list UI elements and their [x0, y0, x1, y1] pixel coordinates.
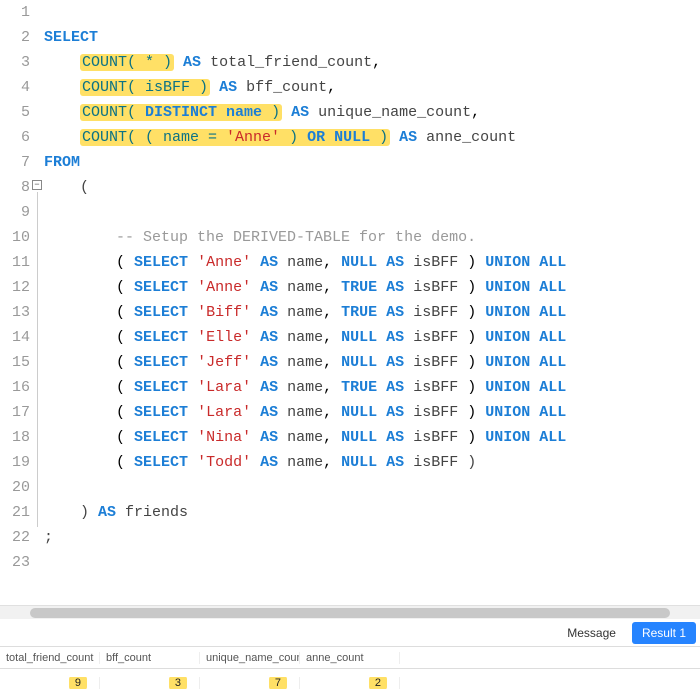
- line-number: 19: [0, 450, 30, 475]
- code-line: COUNT( DISTINCT name ) AS unique_name_co…: [44, 100, 700, 125]
- code-line: -- Setup the DERIVED-TABLE for the demo.: [44, 225, 700, 250]
- tab-message[interactable]: Message: [557, 622, 626, 644]
- line-number: 1: [0, 0, 30, 25]
- code-line: COUNT( isBFF ) AS bff_count,: [44, 75, 700, 100]
- line-number: 9: [0, 200, 30, 225]
- code-line: ( SELECT 'Anne' AS name, TRUE AS isBFF )…: [44, 275, 700, 300]
- line-number-gutter: 1 2 3 4 5 6 7 8 9 10 11 12 13 14 15 16 1…: [0, 0, 36, 605]
- code-line: COUNT( ( name = 'Anne' ) OR NULL ) AS an…: [44, 125, 700, 150]
- line-number: 10: [0, 225, 30, 250]
- fold-guide: [37, 192, 38, 527]
- code-area[interactable]: − SELECT COUNT( * ) AS total_friend_coun…: [36, 0, 700, 605]
- result-cell: 2: [300, 677, 400, 689]
- line-number: 15: [0, 350, 30, 375]
- horizontal-scrollbar[interactable]: [0, 605, 700, 619]
- result-cell: 3: [100, 677, 200, 689]
- tab-result-1[interactable]: Result 1: [632, 622, 696, 644]
- code-line: ( SELECT 'Jeff' AS name, NULL AS isBFF )…: [44, 350, 700, 375]
- result-cell: 7: [200, 677, 300, 689]
- line-number: 20: [0, 475, 30, 500]
- code-line: SELECT: [44, 25, 700, 50]
- line-number: 2: [0, 25, 30, 50]
- code-line: ( SELECT 'Todd' AS name, NULL AS isBFF ): [44, 450, 700, 475]
- line-number: 16: [0, 375, 30, 400]
- line-number: 7: [0, 150, 30, 175]
- line-number: 17: [0, 400, 30, 425]
- line-number: 11: [0, 250, 30, 275]
- fold-toggle-icon[interactable]: −: [32, 180, 42, 190]
- result-cell: 9: [0, 677, 100, 689]
- line-number: 21: [0, 500, 30, 525]
- line-number: 4: [0, 75, 30, 100]
- column-header[interactable]: anne_count: [300, 652, 400, 664]
- code-line: ( SELECT 'Elle' AS name, NULL AS isBFF )…: [44, 325, 700, 350]
- column-header[interactable]: bff_count: [100, 652, 200, 664]
- line-number: 23: [0, 550, 30, 575]
- code-line: ( SELECT 'Anne' AS name, NULL AS isBFF )…: [44, 250, 700, 275]
- line-number: 13: [0, 300, 30, 325]
- code-line: FROM: [44, 150, 700, 175]
- code-line: [44, 475, 700, 500]
- code-line: ( SELECT 'Lara' AS name, NULL AS isBFF )…: [44, 400, 700, 425]
- code-line: (: [44, 175, 700, 200]
- line-number: 14: [0, 325, 30, 350]
- code-line: ;: [44, 525, 700, 550]
- line-number: 18: [0, 425, 30, 450]
- scrollbar-thumb[interactable]: [30, 608, 670, 618]
- line-number: 3: [0, 50, 30, 75]
- results-tabs: Message Result 1: [0, 619, 700, 647]
- line-number: 12: [0, 275, 30, 300]
- code-line: ) AS friends: [44, 500, 700, 525]
- column-header[interactable]: unique_name_count: [200, 652, 300, 664]
- line-number: 6: [0, 125, 30, 150]
- column-header[interactable]: total_friend_count: [0, 652, 100, 664]
- line-number: 8: [0, 175, 30, 200]
- code-line: ( SELECT 'Nina' AS name, NULL AS isBFF )…: [44, 425, 700, 450]
- code-line: COUNT( * ) AS total_friend_count,: [44, 50, 700, 75]
- code-line: ( SELECT 'Lara' AS name, TRUE AS isBFF )…: [44, 375, 700, 400]
- code-line: ( SELECT 'Biff' AS name, TRUE AS isBFF )…: [44, 300, 700, 325]
- results-header-row: total_friend_count bff_count unique_name…: [0, 647, 700, 669]
- results-grid: total_friend_count bff_count unique_name…: [0, 647, 700, 697]
- results-row[interactable]: 9 3 7 2: [0, 669, 700, 697]
- line-number: 22: [0, 525, 30, 550]
- code-editor[interactable]: 1 2 3 4 5 6 7 8 9 10 11 12 13 14 15 16 1…: [0, 0, 700, 605]
- code-line: [44, 0, 700, 25]
- code-line: [44, 200, 700, 225]
- code-line: [44, 550, 700, 575]
- line-number: 5: [0, 100, 30, 125]
